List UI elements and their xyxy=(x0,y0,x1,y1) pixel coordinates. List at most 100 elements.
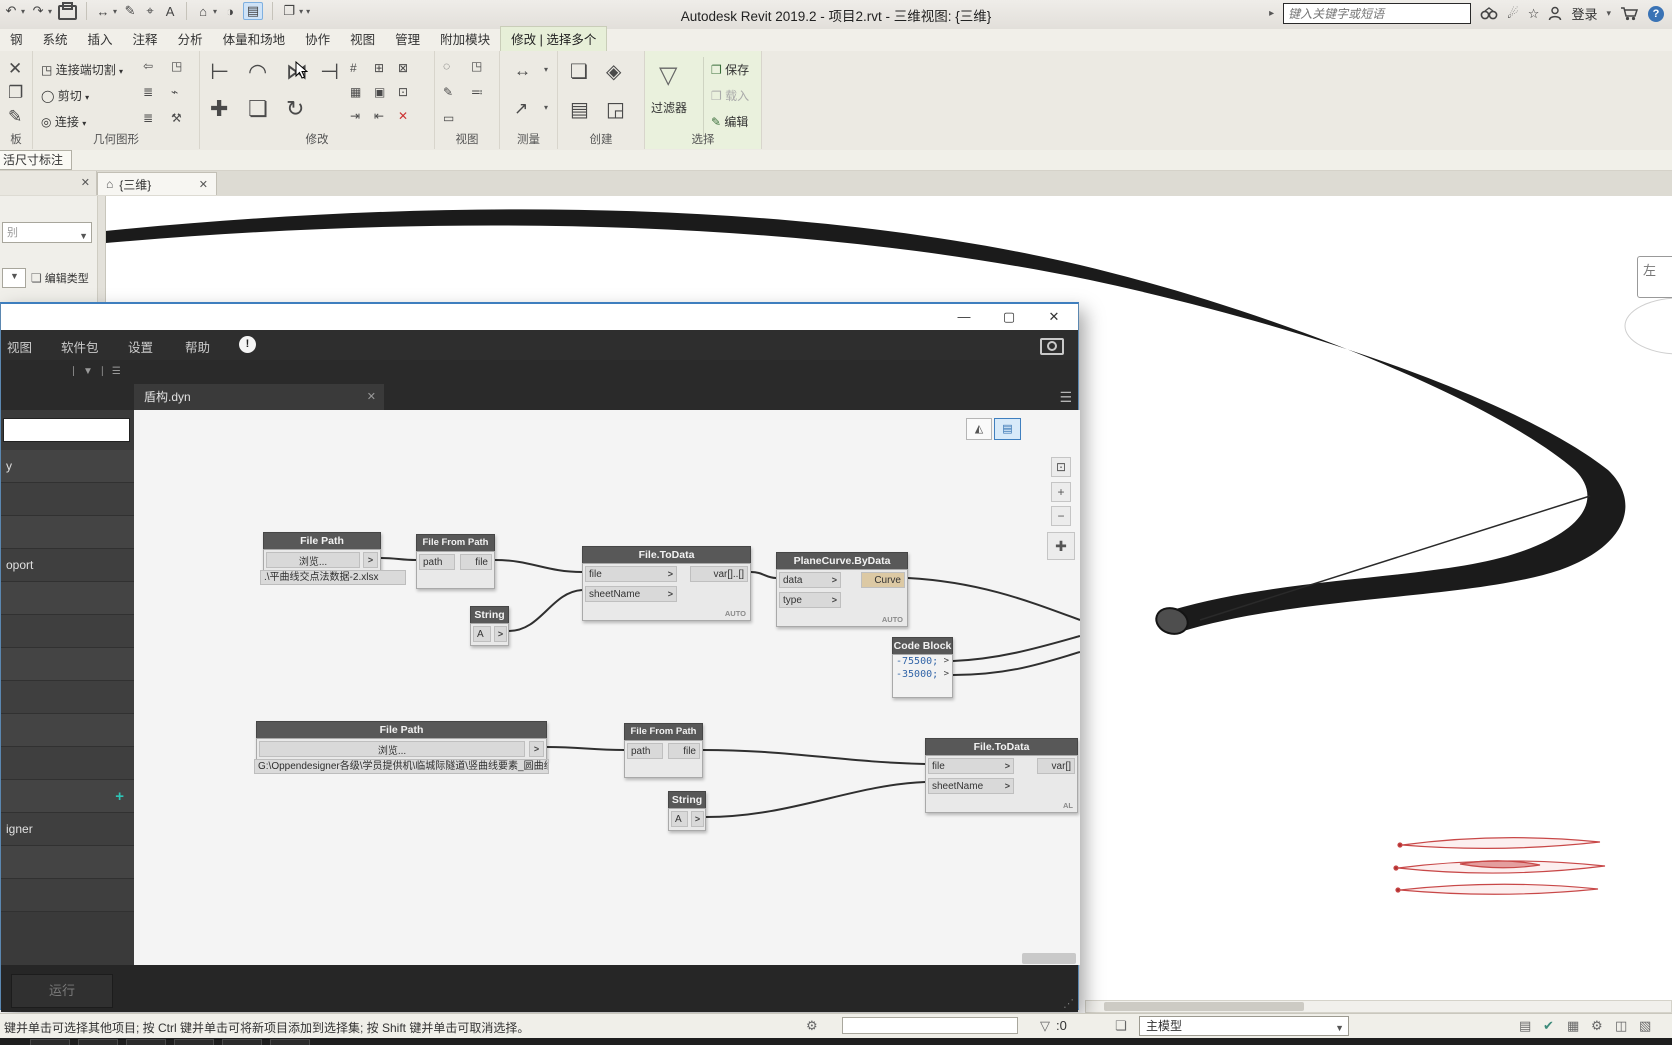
minimize-button[interactable]: — xyxy=(942,304,986,330)
pan-button[interactable]: ✚ xyxy=(1047,532,1075,560)
notification-alert-icon[interactable]: ! xyxy=(239,336,256,353)
node-title[interactable]: File From Path xyxy=(624,723,703,740)
tab-massing-site[interactable]: 体量和场地 xyxy=(213,27,296,51)
demolish-icon[interactable]: ⌁ xyxy=(171,85,178,99)
status-right-icon-4[interactable]: ⚙ xyxy=(1591,1018,1603,1034)
tab-addins[interactable]: 附加模块 xyxy=(430,27,500,51)
input-port-type[interactable]: type > xyxy=(779,592,841,608)
array-icon[interactable]: ⊞ xyxy=(374,61,384,75)
library-item[interactable] xyxy=(1,483,134,516)
canvas-scrollbar-thumb[interactable] xyxy=(1022,953,1076,964)
node-string-1[interactable]: String A > xyxy=(470,606,509,646)
trim-icon[interactable]: ▦ xyxy=(350,85,361,99)
tab-systems[interactable]: 系统 xyxy=(33,27,78,51)
node-title[interactable]: File Path xyxy=(256,721,547,738)
close-icon[interactable]: ✕ xyxy=(81,176,90,189)
library-item[interactable]: + xyxy=(1,780,134,813)
group-icon[interactable]: ❏ xyxy=(570,59,588,84)
add-icon[interactable]: + xyxy=(115,780,124,813)
library-toggle-icon[interactable]: ∣ xyxy=(71,366,76,377)
browse-button[interactable]: 浏览... xyxy=(259,741,525,757)
resize-grip-icon[interactable]: ⋰ xyxy=(1063,997,1074,1010)
redo-dropdown-icon[interactable]: ▾ xyxy=(48,7,52,16)
move-icon[interactable]: ✚ xyxy=(210,96,228,122)
node-planecurve-bydata[interactable]: PlaneCurve.ByData data > type > Curve AUTO xyxy=(776,552,908,627)
input-port-sheetname[interactable]: sheetName > xyxy=(928,778,1014,794)
node-string-2[interactable]: String A > xyxy=(668,791,706,831)
input-port-sheetname[interactable]: sheetName > xyxy=(585,586,677,602)
output-port[interactable]: file xyxy=(460,554,492,570)
code-line[interactable]: -75500; > xyxy=(893,655,952,668)
input-port[interactable]: path xyxy=(627,743,663,759)
user-icon[interactable] xyxy=(1548,6,1562,21)
paste-icon[interactable]: ✎ xyxy=(8,107,22,127)
library-sort-icon[interactable]: ▼ xyxy=(83,366,93,377)
status-right-icon-2[interactable]: ✔ xyxy=(1543,1018,1554,1034)
communication-center-icon[interactable]: ☄ xyxy=(1507,6,1519,22)
delete-icon[interactable]: ✕ xyxy=(8,59,22,79)
join-button[interactable]: ◎ 连接 ▾ xyxy=(41,113,86,130)
library-item[interactable] xyxy=(1,681,134,714)
library-toggle-icon[interactable]: ∣ xyxy=(100,366,105,377)
zoom-fit-button[interactable]: ⊡ xyxy=(1051,457,1071,477)
similar-icon[interactable]: ◲ xyxy=(606,97,625,122)
default-3d-view-icon[interactable]: ⌂ xyxy=(196,4,210,19)
rotate-icon[interactable]: ↻ xyxy=(286,96,304,122)
output-port-var[interactable]: var[] xyxy=(1037,758,1075,774)
text-icon[interactable]: A xyxy=(163,4,177,19)
workspace-tab[interactable]: 盾构.dyn ✕ xyxy=(134,384,384,410)
export-screenshot-camera-icon[interactable] xyxy=(1040,338,1064,355)
section-box-icon[interactable]: ▭ xyxy=(443,111,454,125)
undo-dropdown-icon[interactable]: ▾ xyxy=(21,7,25,16)
node-file-from-path-2[interactable]: File From Path path file xyxy=(624,723,703,778)
output-port[interactable]: > xyxy=(494,626,507,642)
library-item[interactable]: y xyxy=(1,450,134,483)
unpin-icon[interactable]: ⇤ xyxy=(374,109,384,123)
node-file-todata-2[interactable]: File.ToData file > sheetName > var[] AL xyxy=(925,738,1078,813)
tag-icon[interactable]: ⌖ xyxy=(143,3,157,19)
save-selection-button[interactable]: ❐ 保存 xyxy=(711,61,749,78)
library-item[interactable] xyxy=(1,747,134,780)
output-port[interactable]: > xyxy=(363,552,378,568)
node-title[interactable]: String xyxy=(668,791,706,808)
library-menu-icon[interactable]: ☰ xyxy=(112,366,121,377)
signin-dropdown-icon[interactable]: ▾ xyxy=(1606,8,1611,19)
help-icon[interactable]: ? xyxy=(1648,5,1664,22)
cope-button[interactable]: ◳ 连接端切割 ▾ xyxy=(41,61,123,78)
library-search-input[interactable] xyxy=(3,418,130,442)
delete-modify-icon[interactable]: ✕ xyxy=(398,109,408,123)
hamburger-menu-icon[interactable]: ☰ xyxy=(1059,389,1072,406)
horizontal-scrollbar[interactable] xyxy=(1085,1000,1672,1013)
measure-diagonal-icon[interactable]: ↗ xyxy=(514,99,528,119)
copy-modify-icon[interactable]: ❏ xyxy=(248,96,268,122)
beam-system-icon[interactable]: ≣ xyxy=(143,85,153,99)
input-port[interactable]: path xyxy=(419,554,455,570)
parts-icon[interactable]: ▤ xyxy=(570,97,589,122)
activate-dimensions-button[interactable]: 活尺寸标注 xyxy=(0,150,73,170)
input-port-file[interactable]: file > xyxy=(928,758,1014,774)
measure-icon[interactable]: ↔ xyxy=(96,4,110,19)
code-line[interactable]: -35000; > xyxy=(893,668,952,681)
menu-help[interactable]: 帮助 xyxy=(185,337,210,356)
node-title[interactable]: File.ToData xyxy=(925,738,1078,755)
switch-windows-dropdown-icon[interactable]: ▾ xyxy=(299,7,303,16)
filter-status-icon[interactable]: ▽ xyxy=(1040,1018,1050,1034)
render-icon[interactable]: ◳ xyxy=(471,59,482,73)
extend-icon[interactable]: ▣ xyxy=(374,85,385,99)
run-button[interactable]: 运行 xyxy=(11,974,113,1008)
menu-packages[interactable]: 软件包 xyxy=(61,337,99,356)
tab-collaborate[interactable]: 协作 xyxy=(295,27,340,51)
print-icon[interactable] xyxy=(58,1,78,20)
output-port-var[interactable]: var[]..[] xyxy=(690,566,748,582)
node-title[interactable]: File From Path xyxy=(416,534,495,551)
node-file-path-1[interactable]: File Path 浏览... > .\平曲线交点法数据-2.xlsx xyxy=(260,532,406,585)
output-port[interactable]: file xyxy=(668,743,700,759)
library-item[interactable] xyxy=(1,516,134,549)
input-value[interactable]: A xyxy=(671,811,688,827)
hide-icon[interactable]: ≕ xyxy=(471,85,483,99)
properties-scrollbar[interactable] xyxy=(97,196,105,303)
tab-steel[interactable]: 钢 xyxy=(0,27,33,51)
copy-icon[interactable]: ❐ xyxy=(8,83,23,103)
cut-button[interactable]: ◯ 剪切 ▾ xyxy=(41,87,89,104)
lightbulb-icon[interactable]: ◌ xyxy=(443,59,450,73)
